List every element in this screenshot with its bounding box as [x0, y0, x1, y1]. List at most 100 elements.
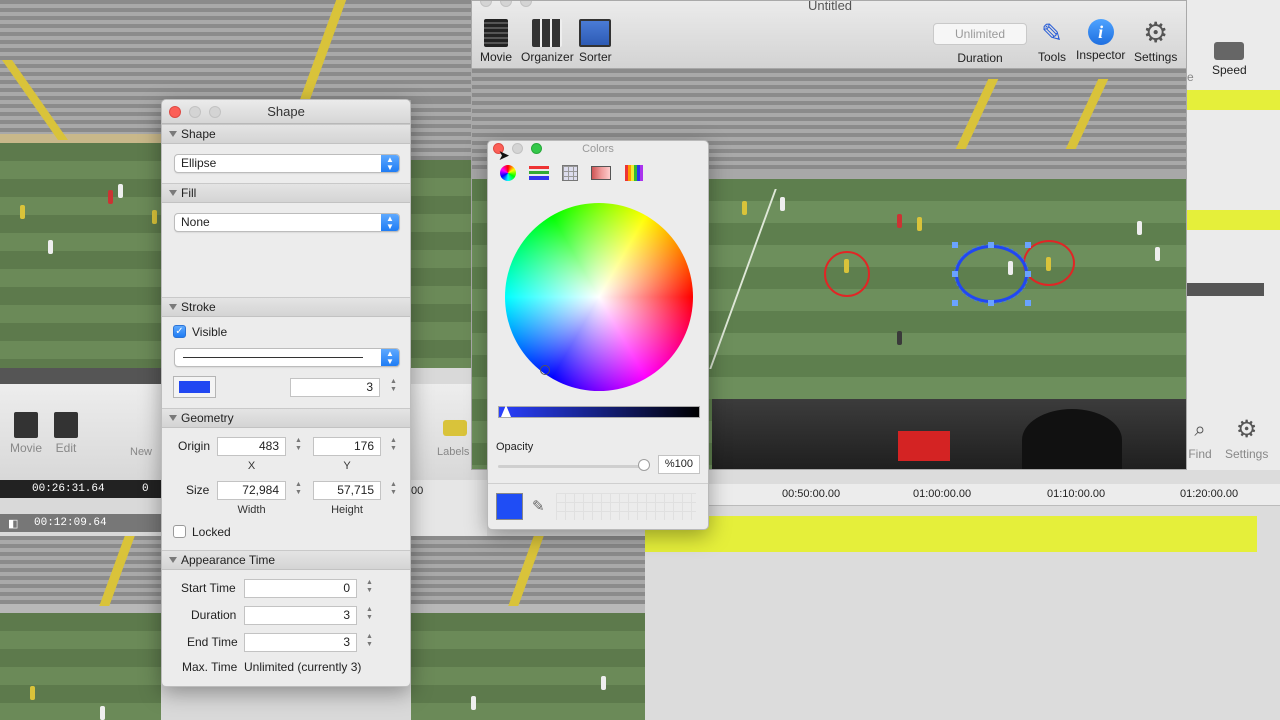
- duration-field[interactable]: 3: [244, 606, 357, 625]
- selection-handle[interactable]: [952, 271, 958, 277]
- pencil-icon: [54, 412, 78, 438]
- bg-find-button[interactable]: ⌕ Find: [1187, 418, 1213, 461]
- shape-panel-titlebar: Shape: [162, 100, 410, 124]
- timeline-area: 00:50:00.00 01:00:00.00 01:10:00.00 01:2…: [645, 470, 1280, 720]
- start-time-stepper[interactable]: ▲ ▼: [364, 579, 375, 598]
- zoom-button[interactable]: [209, 106, 221, 118]
- opacity-field[interactable]: %100: [658, 455, 700, 474]
- stroke-color-well[interactable]: [173, 376, 216, 398]
- selection-handle[interactable]: [1025, 242, 1031, 248]
- timeline-tick-4: 01:20:00.00: [1180, 488, 1239, 500]
- y-caption: Y: [343, 460, 351, 472]
- end-time-label: End Time: [187, 635, 238, 649]
- disclosure-triangle-icon: [169, 131, 177, 137]
- stroke-style-popup[interactable]: ▲ ▼: [174, 348, 400, 367]
- section-geometry[interactable]: Geometry: [162, 408, 410, 428]
- split-icon: ◧: [8, 518, 19, 530]
- saved-swatches-grid[interactable]: [556, 493, 696, 520]
- selection-handle[interactable]: [1025, 300, 1031, 306]
- background-right-panel: Speed e ⚙ Settings ⌕ Find: [1187, 0, 1280, 470]
- close-button[interactable]: [169, 106, 181, 118]
- color-wheel-tab-icon[interactable]: [497, 163, 519, 183]
- inspector-button[interactable]: i Inspector: [1076, 19, 1125, 62]
- stroke-visible-checkbox[interactable]: ✓: [173, 325, 186, 338]
- opacity-slider-track[interactable]: [498, 465, 646, 468]
- duration-label: Duration: [957, 51, 1003, 65]
- height-field[interactable]: 57,715: [313, 481, 381, 500]
- stroke-width-field[interactable]: 3: [290, 378, 380, 397]
- sorter-button[interactable]: Sorter: [579, 19, 612, 64]
- brightness-slider[interactable]: [498, 405, 700, 418]
- selection-handle[interactable]: [952, 242, 958, 248]
- minimize-button[interactable]: [189, 106, 201, 118]
- locked-checkbox[interactable]: [173, 525, 186, 538]
- info-icon: i: [1087, 19, 1114, 45]
- yellow-timeline-track[interactable]: [645, 516, 1257, 552]
- window-title: Untitled: [807, 0, 853, 13]
- color-palettes-tab-icon[interactable]: [559, 163, 581, 183]
- fill-type-popup[interactable]: None ▲ ▼: [174, 213, 400, 232]
- selected-color-swatch[interactable]: [496, 493, 523, 520]
- main-toolbar: Untitled Movie Organizer Sorter Unlimite…: [472, 0, 1186, 69]
- origin-x-stepper[interactable]: ▲ ▼: [293, 437, 304, 456]
- shape-inspector-panel: Shape Shape Ellipse ▲ ▼ Fill None ▲ ▼ Stro…: [161, 99, 411, 687]
- background-timecode-bar-2: ◧ 00:12:09.64: [0, 514, 161, 532]
- red-ellipse-annotation-1[interactable]: [824, 251, 870, 297]
- duration-stepper[interactable]: ▲ ▼: [364, 606, 375, 625]
- section-stroke[interactable]: Stroke: [162, 297, 410, 317]
- shape-type-popup[interactable]: Ellipse ▲ ▼: [174, 154, 400, 173]
- video-thumbnail-middle: [411, 536, 645, 720]
- colors-zoom-button[interactable]: [531, 143, 542, 154]
- dark-track: [1187, 283, 1264, 296]
- partial-label: e: [1187, 70, 1194, 84]
- bg-labels-label: Labels: [437, 446, 470, 458]
- colors-minimize-button[interactable]: [512, 143, 523, 154]
- bg-edit-button[interactable]: Edit: [54, 412, 78, 455]
- tools-button[interactable]: ✎ Tools: [1038, 19, 1066, 64]
- end-time-field[interactable]: 3: [244, 633, 357, 652]
- start-time-field[interactable]: 0: [244, 579, 357, 598]
- end-time-stepper[interactable]: ▲ ▼: [364, 633, 375, 652]
- origin-y-stepper[interactable]: ▲ ▼: [388, 437, 399, 456]
- labels-fragment: Labels: [411, 384, 471, 480]
- image-palettes-tab-icon[interactable]: [590, 163, 612, 183]
- height-stepper[interactable]: ▲ ▼: [388, 481, 399, 500]
- section-appearance-time[interactable]: Appearance Time: [162, 550, 410, 570]
- width-field[interactable]: 72,984: [217, 481, 286, 500]
- stroke-width-stepper[interactable]: ▲ ▼: [388, 378, 399, 397]
- movie-button[interactable]: Movie: [480, 19, 512, 64]
- origin-x-field[interactable]: 483: [217, 437, 286, 456]
- bg-settings-button[interactable]: ⚙ Settings: [1225, 418, 1268, 462]
- video-thumbnail-bottom-left: [0, 536, 161, 720]
- eyedropper-icon[interactable]: ✎: [532, 497, 545, 515]
- bg-movie-button[interactable]: Movie: [10, 412, 42, 455]
- speed-button[interactable]: Speed: [1212, 42, 1247, 77]
- section-fill[interactable]: Fill: [162, 183, 410, 203]
- opacity-slider-knob[interactable]: [638, 459, 650, 471]
- locked-label: Locked: [192, 525, 231, 539]
- selection-handle[interactable]: [952, 300, 958, 306]
- origin-y-field[interactable]: 176: [313, 437, 381, 456]
- color-sliders-tab-icon[interactable]: [528, 163, 550, 183]
- section-shape[interactable]: Shape: [162, 124, 410, 144]
- selection-handle[interactable]: [1025, 271, 1031, 277]
- organizer-icon: [532, 19, 563, 47]
- video-thumbnail-upper-middle: [411, 100, 471, 368]
- selection-handle[interactable]: [988, 242, 994, 248]
- settings-button[interactable]: ⚙ Settings: [1134, 19, 1177, 65]
- color-wheel[interactable]: [505, 203, 693, 391]
- width-caption: Width: [237, 504, 266, 516]
- duration-field[interactable]: Unlimited: [933, 23, 1027, 45]
- blue-ellipse-annotation-selected[interactable]: [954, 244, 1029, 304]
- duration-control[interactable]: Unlimited Duration: [933, 23, 1027, 65]
- width-stepper[interactable]: ▲ ▼: [293, 481, 304, 500]
- color-wheel-cursor[interactable]: [540, 365, 550, 375]
- organizer-button[interactable]: Organizer: [521, 19, 574, 64]
- yellow-track-1: [1187, 90, 1280, 110]
- selection-handle[interactable]: [988, 300, 994, 306]
- brightness-slider-knob[interactable]: [501, 405, 511, 417]
- crayons-tab-icon[interactable]: [623, 163, 645, 183]
- disclosure-triangle-icon: [169, 557, 177, 563]
- disclosure-triangle-icon: [169, 190, 177, 196]
- spectator-head: [1022, 409, 1122, 469]
